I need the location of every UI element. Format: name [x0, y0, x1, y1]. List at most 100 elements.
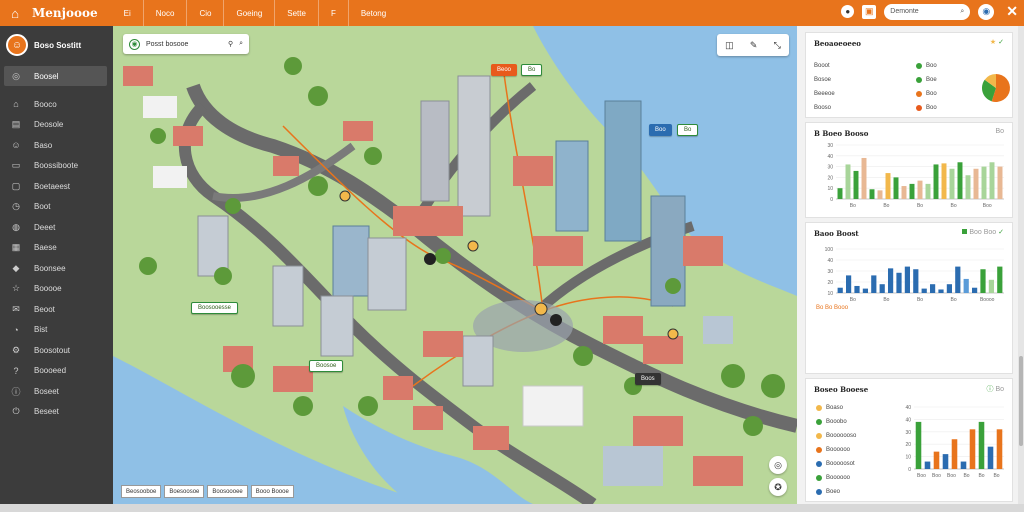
location-pin-icon: ◉	[129, 38, 140, 50]
sidebar-item-label: Booco	[34, 99, 57, 109]
bar	[885, 173, 891, 199]
sidebar-item-10[interactable]: ☆ Booooe	[0, 279, 113, 300]
sidebar-item-label: Boosel	[34, 71, 59, 81]
map-label[interactable]: Boosooesse	[191, 302, 239, 314]
y-tick-label: 0	[830, 197, 833, 203]
bar	[871, 275, 877, 293]
map-tag[interactable]: Booo Boooe	[250, 485, 294, 498]
close-icon[interactable]: ✕	[1006, 3, 1018, 20]
sidebar-item-label: Boonsee	[34, 263, 66, 273]
map-tag[interactable]: Boesoosoe	[164, 485, 205, 498]
sidebar-item-label: Booooe	[34, 284, 62, 294]
star-icon: ☆	[11, 283, 21, 294]
home-logo-icon[interactable]: ⌂	[4, 2, 26, 24]
bar	[879, 284, 885, 293]
map-illustration	[113, 26, 797, 504]
nav-item-3[interactable]: Cio	[186, 0, 223, 26]
map-search-input[interactable]: ◉ Posst bosooe ⚲ ⌕	[123, 34, 249, 54]
y-tick-label: 40	[827, 258, 833, 264]
sidebar-item-9[interactable]: ◆ Boonsee	[0, 258, 113, 279]
y-tick-label: 20	[905, 442, 911, 448]
sidebar-item-11[interactable]: ✉ Beoot	[0, 299, 113, 320]
top-search-text: Demonte	[890, 8, 919, 15]
y-tick-label: 10	[827, 291, 833, 297]
sidebar-item-7[interactable]: ◍ Deeet	[0, 217, 113, 238]
bar	[924, 461, 931, 469]
nav-item-1[interactable]: Ei	[112, 0, 143, 26]
map-label[interactable]: Boosoe	[309, 360, 344, 372]
sidebar-item-13[interactable]: ⚙ Boosotout	[0, 340, 113, 361]
sidebar-item-label: Boosotout	[34, 345, 71, 355]
sidebar-item-15[interactable]: ⓘ Boseet	[0, 381, 113, 402]
compass-icon[interactable]: ✪	[769, 478, 787, 496]
sidebar-item-6[interactable]: ◷ Boot	[0, 197, 113, 218]
layers-icon[interactable]: ◫	[725, 40, 734, 51]
y-tick-label: 20	[827, 280, 833, 286]
y-tick-label: 10	[905, 455, 911, 461]
sidebar-item-14[interactable]: ? Boooeed	[0, 361, 113, 382]
walk-icon[interactable]: ⚲	[228, 40, 233, 48]
chart2-bars: 100 40 30 20 10 Bo Bo Bo Bo Boooo	[825, 247, 1004, 303]
sidebar-item-3[interactable]: ☺ Baso	[0, 135, 113, 156]
sidebar-item-active[interactable]: ◎ Boosel	[4, 66, 107, 86]
bar	[896, 272, 902, 293]
map-tag[interactable]: Beosooboe	[121, 485, 162, 498]
expand-icon[interactable]: ⤡	[774, 40, 781, 51]
scrollbar-thumb[interactable]	[1019, 356, 1023, 446]
nav-item-2[interactable]: Noco	[142, 0, 187, 26]
clock-icon: ◷	[12, 201, 20, 212]
nav-item-5[interactable]: Sette	[274, 0, 318, 26]
locate-icon[interactable]: ◎	[769, 456, 787, 474]
bar	[933, 164, 939, 199]
bar	[987, 446, 994, 469]
bar	[877, 190, 883, 199]
bar	[981, 166, 987, 199]
y-tick-label: 40	[905, 417, 911, 423]
top-right-controls: ● ▣ Demonte ⌕ ◉ ✕	[841, 3, 1018, 20]
nav-item-4[interactable]: Goeing	[223, 0, 274, 26]
city-map[interactable]: ◉ Posst bosooe ⚲ ⌕ ◫ ✎ ⤡ Boosooesse Boos…	[113, 26, 797, 504]
map-tag[interactable]: Boosoooee	[207, 485, 248, 498]
sidebar-item-12[interactable]: ◔ Bist	[0, 320, 113, 341]
chart-icon: ▤	[11, 119, 21, 130]
sidebar-item-2[interactable]: ▤ Deosole	[0, 115, 113, 136]
status-bar	[0, 504, 1024, 512]
sidebar-item-1[interactable]: ⌂ Booco	[0, 94, 113, 115]
bar	[942, 454, 949, 469]
home-icon: ⌂	[13, 99, 19, 110]
sidebar-user[interactable]: ☺ Boso Sostitt	[0, 26, 113, 64]
user-avatar-icon[interactable]: ◉	[978, 3, 995, 20]
folder-icon: ▢	[11, 180, 21, 191]
bar	[997, 166, 1003, 199]
search-icon[interactable]: ⌕	[239, 40, 243, 48]
map-label[interactable]: Boos	[635, 373, 661, 385]
nav-item-7[interactable]: Betong	[347, 0, 398, 26]
top-search-input[interactable]: Demonte ⌕	[884, 3, 971, 20]
y-tick-label: 30	[905, 430, 911, 436]
panel-scrollbar[interactable]	[1018, 26, 1024, 504]
bar	[869, 189, 875, 199]
sidebar: ☺ Boso Sostitt ◎ Boosel ⌂ Booco ▤ Deosole …	[0, 26, 113, 504]
x-tick-label: Bo	[978, 473, 984, 479]
sidebar-item-5[interactable]: ▢ Boetaeest	[0, 176, 113, 197]
sidebar-item-16[interactable]: ⏻ Beseet	[0, 402, 113, 423]
help-icon: ?	[13, 365, 19, 376]
map-label[interactable]: Bo	[521, 64, 543, 76]
sidebar-item-8[interactable]: ▦ Baese	[0, 238, 113, 259]
sidebar-item-4[interactable]: ▭ Boossiboote	[0, 156, 113, 177]
sidebar-item-label: Deeet	[34, 222, 56, 232]
draw-icon[interactable]: ✎	[750, 40, 758, 51]
y-tick-label: 30	[827, 269, 833, 275]
notification-icon[interactable]: ●	[841, 5, 855, 18]
calendar-icon[interactable]: ▣	[862, 4, 877, 19]
sidebar-item-label: Deosole	[34, 120, 64, 130]
nav-item-6[interactable]: F	[317, 0, 348, 26]
x-tick-label: Bo	[951, 203, 957, 209]
map-label[interactable]: Bo	[677, 124, 699, 136]
chart3-bars: 40 40 30 20 10 0 Boo Boo Boo Bo Bo Bo	[905, 405, 1004, 479]
x-tick-label: Bo	[883, 203, 889, 209]
map-label[interactable]: Boo	[649, 124, 672, 136]
bar	[925, 183, 931, 199]
map-label[interactable]: Beoo	[491, 64, 518, 76]
bar	[969, 429, 976, 469]
